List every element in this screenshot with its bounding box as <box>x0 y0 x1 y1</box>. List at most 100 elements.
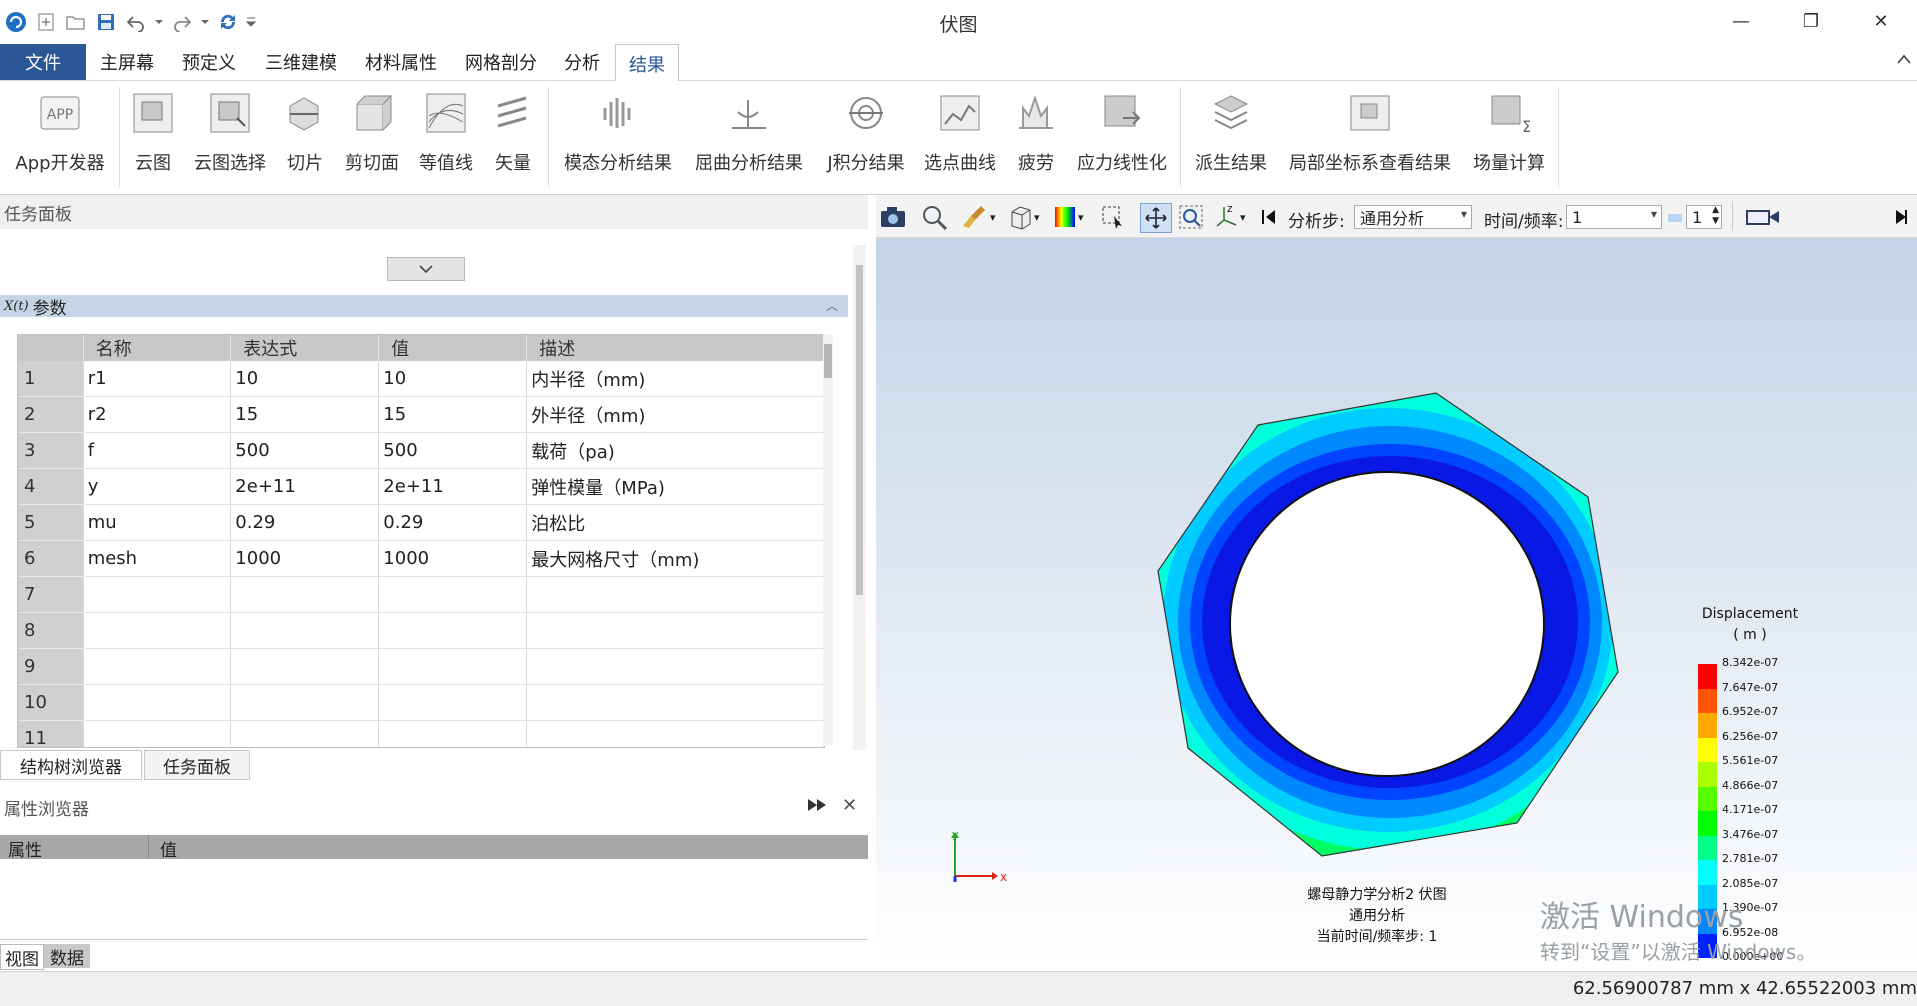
clip-plane-button[interactable]: 剪切面 <box>340 89 404 175</box>
cell-description[interactable]: 最大网格尺寸（mm) <box>526 540 824 577</box>
more-tools-icon[interactable] <box>1892 203 1914 231</box>
cell-description[interactable]: 泊松比 <box>526 504 824 541</box>
frame-spinbox[interactable]: 1 ▲ ▼ <box>1686 205 1722 229</box>
local-coordinate-results-button[interactable]: 局部坐标系查看结果 <box>1282 89 1458 175</box>
cell-expression[interactable] <box>230 684 380 721</box>
table-row[interactable]: 4 y 2e+11 2e+11 弹性模量（MPa) <box>18 468 824 505</box>
redo-icon[interactable] <box>170 10 194 34</box>
tab-meshing[interactable]: 网格剖分 <box>455 44 547 80</box>
new-file-icon[interactable] <box>34 10 58 34</box>
cell-value[interactable] <box>378 576 528 613</box>
column-header-description[interactable]: 描述 <box>526 335 824 361</box>
tab-predefine[interactable]: 预定义 <box>172 44 246 80</box>
j-integral-button[interactable]: J积分结果 <box>822 89 910 175</box>
chevron-up-icon[interactable]: ︿ <box>826 297 838 314</box>
redo-dropdown-icon[interactable] <box>200 10 210 34</box>
table-scrollbar-thumb[interactable] <box>824 344 832 378</box>
cell-name[interactable]: mu <box>83 504 232 541</box>
cell-description[interactable] <box>526 648 824 685</box>
tab-data[interactable]: 数据 <box>44 944 90 969</box>
cell-expression[interactable] <box>230 720 380 747</box>
undo-dropdown-icon[interactable] <box>154 10 164 34</box>
analysis-step-select[interactable]: 通用分析 ▾ <box>1354 205 1472 229</box>
cell-expression[interactable] <box>230 612 380 649</box>
fatigue-button[interactable]: 疲劳 <box>1010 89 1062 175</box>
field-calculation-button[interactable]: Σ 场量计算 <box>1468 89 1550 175</box>
cell-expression[interactable]: 1000 <box>230 540 380 577</box>
time-frequency-select[interactable]: 1 ▾ <box>1566 205 1662 229</box>
derived-results-button[interactable]: 派生结果 <box>1190 89 1272 175</box>
column-header-value[interactable]: 值 <box>378 335 528 361</box>
cell-value[interactable]: 2e+11 <box>378 468 528 505</box>
render-dropdown-icon[interactable]: ▾ <box>1078 211 1084 224</box>
cell-expression[interactable]: 15 <box>230 396 380 433</box>
axis-dropdown-icon[interactable]: ▾ <box>1240 211 1246 224</box>
contour-select-button[interactable]: 云图选择 <box>190 89 270 175</box>
table-row[interactable]: 11 <box>18 720 824 747</box>
slice-button[interactable]: 切片 <box>280 89 330 175</box>
pan-icon[interactable] <box>1140 203 1172 233</box>
buckling-results-button[interactable]: 屈曲分析结果 <box>686 89 812 175</box>
cell-value[interactable]: 0.29 <box>378 504 528 541</box>
cell-value[interactable] <box>378 648 528 685</box>
undo-icon[interactable] <box>124 10 148 34</box>
app-developer-button[interactable]: APP App开发器 <box>12 89 108 175</box>
tab-analysis[interactable]: 分析 <box>555 44 609 80</box>
cell-expression[interactable] <box>230 648 380 685</box>
tab-3d-modeling[interactable]: 三维建模 <box>255 44 347 80</box>
table-row[interactable]: 7 <box>18 576 824 613</box>
table-row[interactable]: 5 mu 0.29 0.29 泊松比 <box>18 504 824 541</box>
cell-value[interactable] <box>378 612 528 649</box>
stress-linearization-button[interactable]: 应力线性化 <box>1072 89 1172 175</box>
cell-description[interactable]: 载荷（pa) <box>526 432 824 469</box>
cell-description[interactable] <box>526 576 824 613</box>
cell-description[interactable]: 弹性模量（MPa) <box>526 468 824 505</box>
brush-dropdown-icon[interactable]: ▾ <box>990 211 996 224</box>
open-folder-icon[interactable] <box>64 10 88 34</box>
cell-description[interactable] <box>526 612 824 649</box>
video-record-icon[interactable] <box>1744 203 1784 231</box>
tab-results[interactable]: 结果 <box>615 44 679 82</box>
table-row[interactable]: 9 <box>18 648 824 685</box>
cell-value[interactable] <box>378 684 528 721</box>
cell-name[interactable] <box>83 576 232 613</box>
cell-name[interactable]: y <box>83 468 232 505</box>
app-logo-icon[interactable] <box>4 10 28 34</box>
cell-expression[interactable]: 500 <box>230 432 380 469</box>
task-panel-scrollbar[interactable] <box>853 245 866 750</box>
customize-dropdown-icon[interactable] <box>246 10 256 34</box>
tab-home[interactable]: 主屏幕 <box>92 44 162 80</box>
cell-name[interactable]: mesh <box>83 540 232 577</box>
slider-handle-icon[interactable] <box>1668 214 1682 222</box>
table-row[interactable]: 10 <box>18 684 824 721</box>
cell-description[interactable]: 内半径（mm) <box>526 361 824 397</box>
view-dropdown-icon[interactable]: ▾ <box>1034 211 1040 224</box>
render-mode-icon[interactable] <box>1050 203 1080 231</box>
expand-button[interactable] <box>387 257 465 281</box>
screenshot-camera-icon[interactable] <box>878 203 908 231</box>
axis-triad-icon[interactable]: Z <box>1212 203 1242 231</box>
cell-expression[interactable]: 2e+11 <box>230 468 380 505</box>
table-row[interactable]: 6 mesh 1000 1000 最大网格尺寸（mm) <box>18 540 824 577</box>
tab-structure-tree[interactable]: 结构树浏览器 <box>0 750 142 780</box>
modal-results-button[interactable]: 模态分析结果 <box>560 89 676 175</box>
refresh-icon[interactable] <box>216 10 240 34</box>
table-row[interactable]: 2 r2 15 15 外半径（mm) <box>18 396 824 433</box>
contour-button[interactable]: 云图 <box>128 89 178 175</box>
cell-value[interactable] <box>378 720 528 747</box>
cell-value[interactable]: 10 <box>378 361 528 397</box>
cell-name[interactable]: f <box>83 432 232 469</box>
tab-task-panel[interactable]: 任务面板 <box>144 750 250 780</box>
clear-brush-icon[interactable] <box>960 203 990 231</box>
parameters-section-header[interactable]: X(t) 参数 ︿ <box>0 295 848 319</box>
cell-description[interactable]: 外半径（mm) <box>526 396 824 433</box>
tab-view[interactable]: 视图 <box>0 944 44 970</box>
table-row[interactable]: 1 r1 10 10 内半径（mm) <box>18 361 824 397</box>
view-cube-icon[interactable] <box>1006 203 1036 231</box>
zoom-probe-icon[interactable] <box>920 203 950 231</box>
tab-material[interactable]: 材料属性 <box>355 44 447 80</box>
fast-forward-icon[interactable] <box>806 797 828 818</box>
cell-name[interactable] <box>83 720 232 747</box>
cell-name[interactable]: r2 <box>83 396 232 433</box>
task-panel-scrollbar-thumb[interactable] <box>856 265 863 595</box>
